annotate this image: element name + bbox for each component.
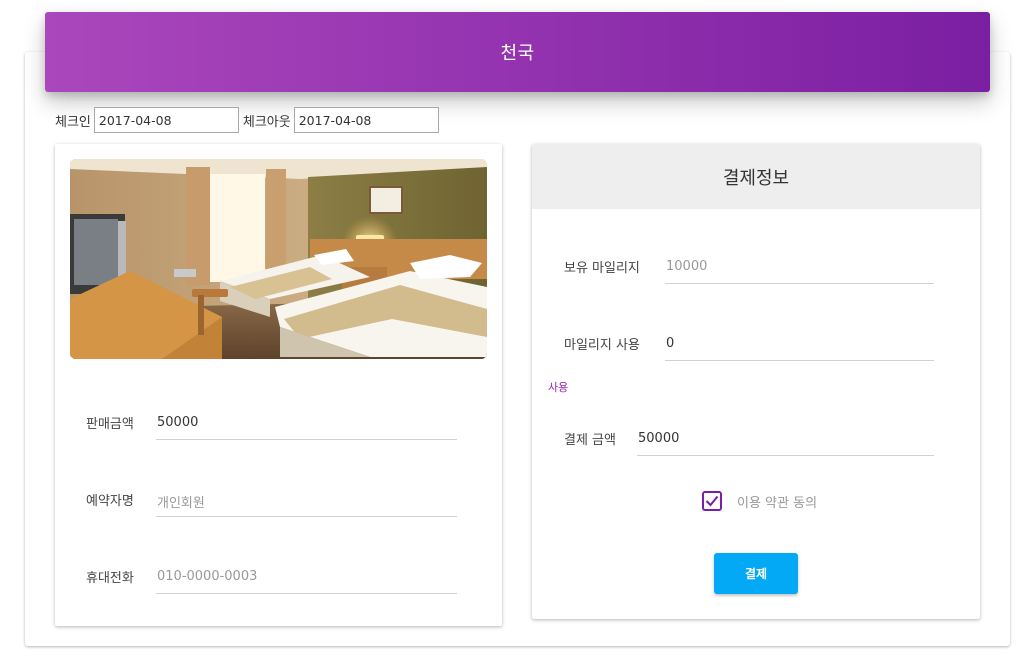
- page-header: 천국: [45, 12, 990, 92]
- use-mileage-link[interactable]: 사용: [548, 379, 568, 395]
- booking-card: 판매금액 50000 예약자명 개인회원 휴대전화 010-0000-0003: [55, 144, 502, 626]
- reserver-name-label: 예약자명: [86, 494, 134, 509]
- use-mileage-label: 마일리지 사용: [564, 338, 640, 353]
- hotel-room-photo: [70, 159, 487, 359]
- owned-mileage-field: 보유 마일리지 10000: [564, 254, 934, 284]
- phone-label: 휴대전화: [86, 571, 134, 586]
- phone-field: 휴대전화 010-0000-0003: [86, 564, 457, 594]
- reserver-name-input[interactable]: 개인회원: [156, 487, 457, 517]
- checkin-input[interactable]: [93, 107, 239, 133]
- price-field: 판매금액 50000: [86, 410, 457, 440]
- date-row: 체크인 체크아웃: [55, 107, 439, 133]
- pay-amount-label: 결제 금액: [564, 433, 616, 448]
- use-mileage-field: 마일리지 사용 0: [564, 331, 934, 361]
- price-input[interactable]: 50000: [156, 410, 457, 440]
- payment-card-header: 결제정보: [532, 144, 980, 209]
- check-icon: [705, 495, 719, 507]
- price-label: 판매금액: [86, 417, 134, 432]
- terms-agree-label: 이용 약관 동의: [737, 495, 818, 511]
- checkin-label: 체크인: [55, 114, 91, 130]
- use-mileage-input[interactable]: 0: [665, 331, 934, 361]
- pay-button[interactable]: 결제: [714, 553, 798, 594]
- terms-agree-row: 이용 약관 동의: [702, 491, 817, 511]
- payment-card: 결제정보 보유 마일리지 10000 마일리지 사용 0 사용 결제 금액 50…: [532, 144, 980, 619]
- owned-mileage-input[interactable]: 10000: [665, 254, 934, 284]
- page-title: 천국: [500, 43, 535, 64]
- payment-title: 결제정보: [722, 167, 790, 189]
- checkout-label: 체크아웃: [242, 114, 291, 130]
- pay-amount-input[interactable]: 50000: [637, 426, 934, 456]
- terms-checkbox[interactable]: [702, 491, 722, 511]
- checkout-input[interactable]: [293, 107, 439, 133]
- reserver-name-field: 예약자명 개인회원: [86, 487, 457, 517]
- phone-input[interactable]: 010-0000-0003: [156, 564, 457, 594]
- owned-mileage-label: 보유 마일리지: [564, 261, 640, 276]
- pay-amount-field: 결제 금액 50000: [564, 426, 934, 456]
